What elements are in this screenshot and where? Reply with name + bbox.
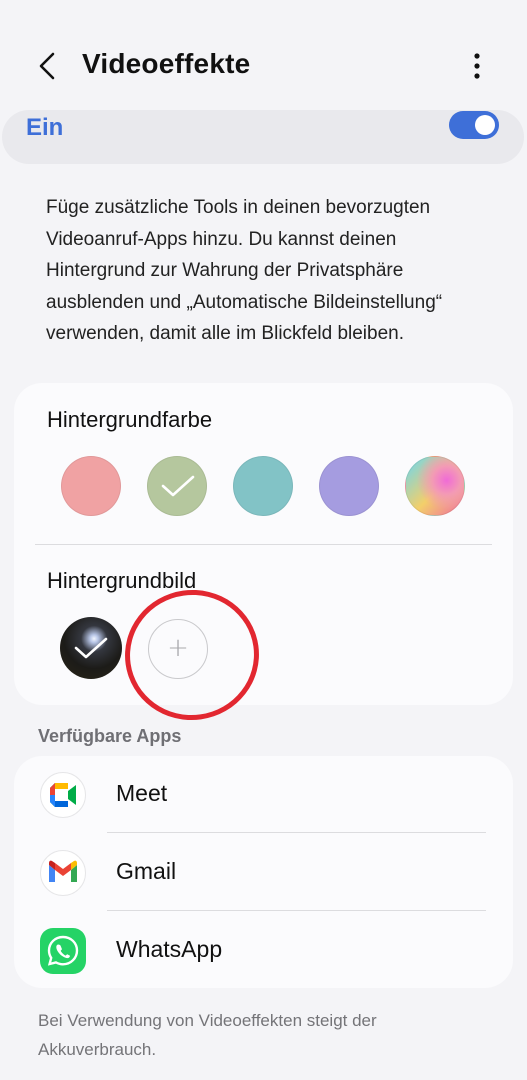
whatsapp-icon [40, 928, 86, 974]
color-swatch-green[interactable] [147, 456, 207, 516]
app-label-whatsapp: WhatsApp [116, 936, 223, 962]
toggle-knob [475, 115, 495, 135]
app-divider [107, 832, 486, 833]
background-image-thumbnail[interactable] [60, 617, 122, 679]
battery-usage-note: Bei Verwendung von Videoeffekten steigt … [38, 1011, 377, 1059]
google-meet-icon [40, 772, 86, 818]
checkmark-icon [74, 637, 108, 659]
master-switch-label: Ein [26, 114, 64, 141]
background-color-label: Hintergrundfarbe [47, 407, 213, 432]
more-vertical-icon [474, 53, 480, 79]
checkmark-icon [161, 475, 195, 497]
back-button[interactable] [30, 48, 66, 84]
master-toggle[interactable] [449, 111, 499, 139]
app-divider [107, 910, 486, 911]
page-title: Videoeffekte [82, 48, 251, 79]
chevron-left-icon [39, 52, 55, 80]
more-options-button[interactable] [462, 50, 492, 82]
color-swatch-gradient[interactable] [405, 456, 465, 516]
color-swatch-purple[interactable] [319, 456, 379, 516]
color-swatch-teal[interactable] [233, 456, 293, 516]
section-divider [35, 544, 492, 545]
available-apps-header: Verfügbare Apps [38, 726, 182, 746]
app-label-meet: Meet [116, 780, 168, 806]
color-swatch-pink[interactable] [61, 456, 121, 516]
background-image-label: Hintergrundbild [47, 568, 197, 593]
app-row-meet[interactable]: Meet [14, 756, 513, 834]
feature-description: Füge zusätzliche Tools in deinen bevorzu… [46, 197, 443, 344]
app-row-whatsapp[interactable]: WhatsApp [14, 912, 513, 990]
gmail-icon [40, 850, 86, 896]
app-label-gmail: Gmail [116, 858, 177, 884]
master-switch-bar[interactable]: Ein [2, 110, 524, 164]
app-row-gmail[interactable]: Gmail [14, 834, 513, 912]
